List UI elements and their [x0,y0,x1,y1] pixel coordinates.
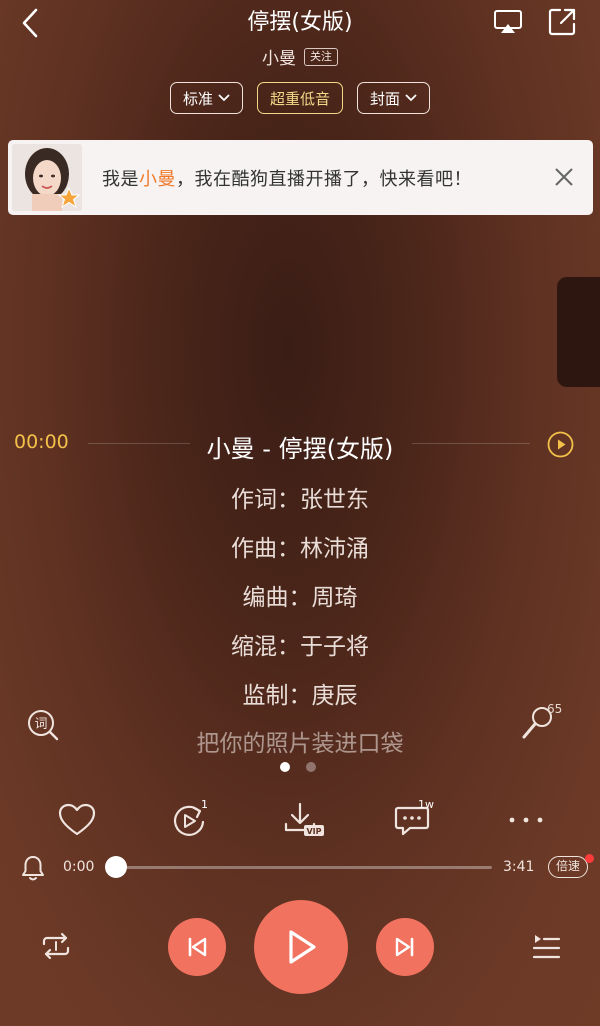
lyrics-mode-button[interactable]: 词 [26,708,60,742]
close-icon [555,168,573,186]
chevron-down-icon [218,94,230,102]
artist-row: 小曼 关注 [0,44,600,69]
sleep-timer-button[interactable] [20,854,46,882]
airplay-button[interactable] [492,8,524,36]
close-banner-button[interactable] [553,166,575,188]
side-drawer-handle[interactable] [557,277,600,387]
next-track-button[interactable] [376,918,434,976]
share-button[interactable] [546,6,578,38]
follow-button[interactable]: 关注 [304,47,338,66]
comment-count-badge: 1w [418,798,434,811]
chevron-down-icon [405,94,417,102]
heart-icon [58,803,96,836]
live-badge-icon [58,187,80,209]
lyric-line[interactable]: 监制：庚辰 [0,676,600,710]
bell-icon [22,856,44,881]
quality-label: 标准 [182,89,213,108]
play-count-badge: 1 [201,798,208,811]
repeat-mode-button[interactable] [38,930,74,962]
playlist-button[interactable] [530,932,562,962]
more-icon [509,817,543,823]
skip-previous-icon [188,937,207,957]
lyric-line[interactable]: 编曲：周琦 [0,578,600,612]
karaoke-count: 65 [547,702,563,716]
lyrics-search-icon: 词 [28,710,59,741]
progress-thumb[interactable] [105,856,127,878]
play-button[interactable] [254,900,348,994]
lyric-line[interactable]: 作曲：林沛涌 [0,529,600,563]
progress-track[interactable] [116,866,492,869]
playlist-icon [532,935,561,959]
more-button[interactable] [502,800,552,840]
banner-highlight-name: 小曼 [139,168,176,190]
previous-track-button[interactable] [168,918,226,976]
play-icon [289,930,316,964]
cover-label: 封面 [370,89,401,108]
download-vip-icon: VIP [284,802,324,836]
lyric-line[interactable]: 把你的照片装进口袋 [0,724,600,758]
notification-dot [585,854,594,863]
vip-badge: VIP [306,827,321,836]
lyric-line[interactable]: 小曼 - 停摆(女版) [0,429,600,464]
svg-text:词: 词 [34,717,47,732]
share-icon [548,8,576,36]
page-indicator [280,762,320,774]
lyric-line[interactable]: 缩混：于子将 [0,627,600,661]
sound-options: 标准 超重低音 封面 [0,82,600,114]
page-dot [306,762,316,772]
live-banner[interactable]: 我是小曼，我在酷狗直播开播了，快来看吧！ [8,140,593,215]
playback-speed-button[interactable]: 倍速 [548,856,588,878]
banner-message: 我是小曼，我在酷狗直播开播了，快来看吧！ [102,165,472,191]
comment-button[interactable]: 1w [390,798,440,840]
banner-suffix: ，我在酷狗直播开播了，快来看吧！ [176,168,472,190]
sound-effect-label: 超重低音 [269,89,330,108]
page-dot-active [280,762,290,772]
artist-name[interactable]: 小曼 [262,44,296,69]
repeat-icon [42,932,70,960]
artist-avatar [12,144,82,211]
elapsed-time: 0:00 [63,859,95,875]
sound-effect-button[interactable]: 超重低音 [256,82,343,114]
lyric-line[interactable]: 作词：张世东 [0,480,600,514]
skip-next-icon [395,937,414,957]
total-duration: 3:41 [503,859,535,875]
download-button[interactable]: VIP [278,800,328,840]
airplay-icon [494,10,522,33]
quality-select[interactable]: 标准 [169,82,243,114]
like-button[interactable] [52,800,102,840]
play-count-button[interactable]: 1 [165,798,215,840]
banner-prefix: 我是 [102,168,139,190]
cover-select[interactable]: 封面 [357,82,431,114]
